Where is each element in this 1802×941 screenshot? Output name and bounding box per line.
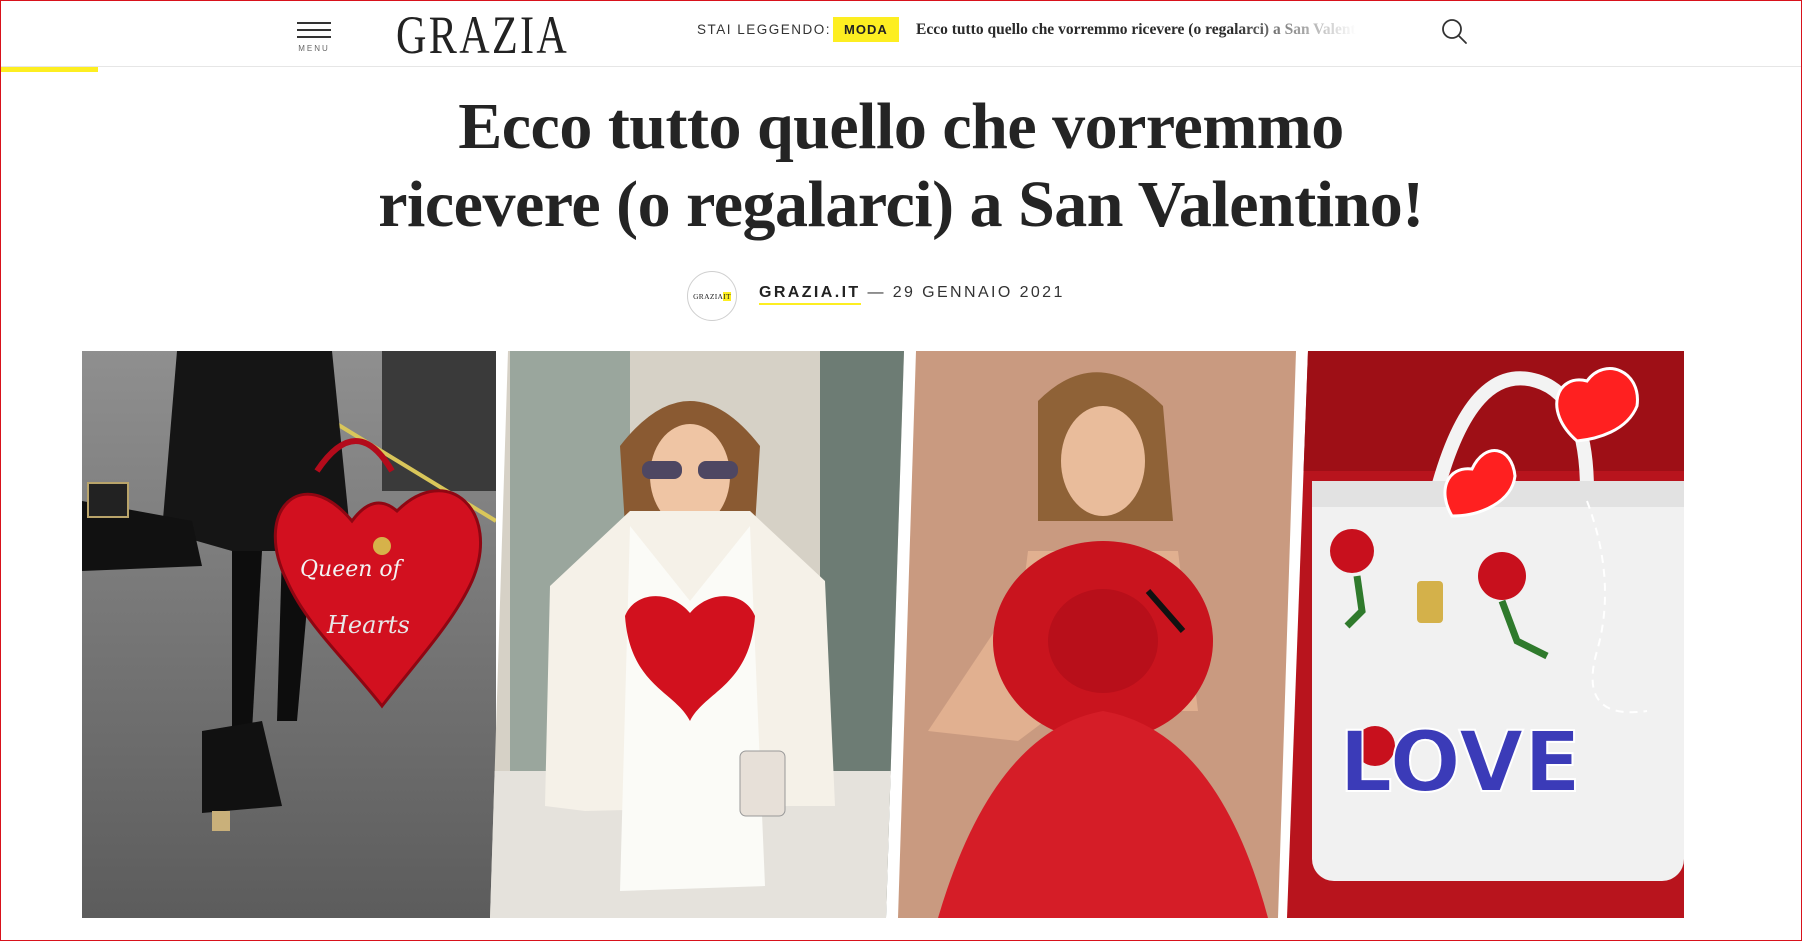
- gallery-image-love-bag[interactable]: LOVE: [1287, 351, 1684, 918]
- category-badge[interactable]: MODA: [833, 17, 899, 42]
- bag-text-hearts: Hearts: [326, 611, 410, 639]
- bag-text-queen-of: Queen of: [300, 557, 405, 582]
- now-reading-title[interactable]: Ecco tutto quello che vorremmo ricevere …: [916, 21, 1356, 39]
- hamburger-menu-icon-line: [297, 29, 331, 31]
- byline-separator: —: [860, 284, 893, 301]
- article-byline: GRAZIA.IT — 29 GENNAIO 2021: [759, 284, 1065, 305]
- gallery-image-red-hat[interactable]: [898, 351, 1296, 918]
- heart-bag-photo: Queen of Hearts: [82, 351, 496, 918]
- hamburger-menu-icon-line: [297, 36, 331, 38]
- author-avatar-suffix: IT: [723, 291, 731, 301]
- search-icon: [1442, 19, 1467, 44]
- menu-button[interactable]: MENU: [294, 20, 334, 56]
- author-link[interactable]: GRAZIA.IT: [759, 284, 861, 305]
- now-reading-label: STAI LEGGENDO:: [697, 22, 832, 37]
- heart-dress-photo: [490, 351, 904, 918]
- reading-progress-bar: [0, 67, 98, 72]
- gallery-image-heart-dress[interactable]: [490, 351, 904, 918]
- author-avatar-text: GRAZIAIT: [693, 291, 731, 301]
- search-button[interactable]: [1438, 16, 1472, 50]
- red-hat-photo: [898, 351, 1296, 918]
- author-avatar-logo: GRAZIA: [693, 291, 724, 301]
- article-headline: Ecco tutto quello che vorremmo ricevere …: [200, 88, 1602, 244]
- bag-text-love: LOVE: [1339, 713, 1581, 811]
- headline-line-1: Ecco tutto quello che vorremmo: [458, 90, 1344, 163]
- site-logo[interactable]: GRAZIA: [396, 4, 569, 66]
- menu-label: MENU: [298, 44, 330, 53]
- love-bag-photo: LOVE: [1287, 351, 1684, 918]
- publish-date: 29 GENNAIO 2021: [892, 284, 1065, 301]
- headline-line-2: ricevere (o regalarci) a San Valentino!: [378, 168, 1424, 241]
- hamburger-menu-icon: [297, 22, 331, 24]
- author-avatar[interactable]: GRAZIAIT: [687, 271, 737, 321]
- gallery-image-heart-bag[interactable]: Queen of Hearts: [82, 351, 496, 918]
- site-header: MENU GRAZIA STAI LEGGENDO: MODA Ecco tut…: [0, 0, 1802, 67]
